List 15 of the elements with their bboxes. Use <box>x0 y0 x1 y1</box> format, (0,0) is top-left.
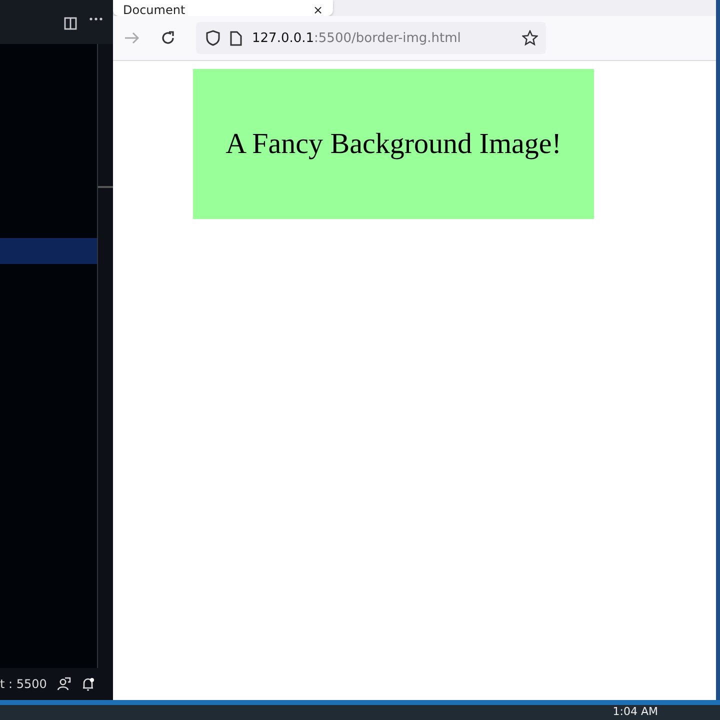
bell-icon[interactable] <box>80 677 95 691</box>
address-bar[interactable]: 127.0.0.1:5500/border-img.html <box>196 22 546 54</box>
clock-time[interactable]: 1:04 AM <box>612 705 658 720</box>
shield-icon[interactable] <box>206 30 220 46</box>
split-editor-icon[interactable] <box>64 17 77 30</box>
reload-icon[interactable] <box>160 30 176 46</box>
url-text: 127.0.0.1:5500/border-img.html <box>252 30 462 46</box>
accounts-icon[interactable] <box>56 677 71 691</box>
star-icon[interactable] <box>522 30 538 46</box>
close-tab-button[interactable]: × <box>312 4 323 16</box>
more-icon[interactable] <box>89 17 103 21</box>
page-icon <box>230 30 242 46</box>
live-server-port[interactable]: t : 5500 <box>0 677 47 691</box>
banner-heading: A Fancy Background Image! <box>226 128 562 160</box>
browser-tab[interactable]: Document × <box>113 0 333 16</box>
